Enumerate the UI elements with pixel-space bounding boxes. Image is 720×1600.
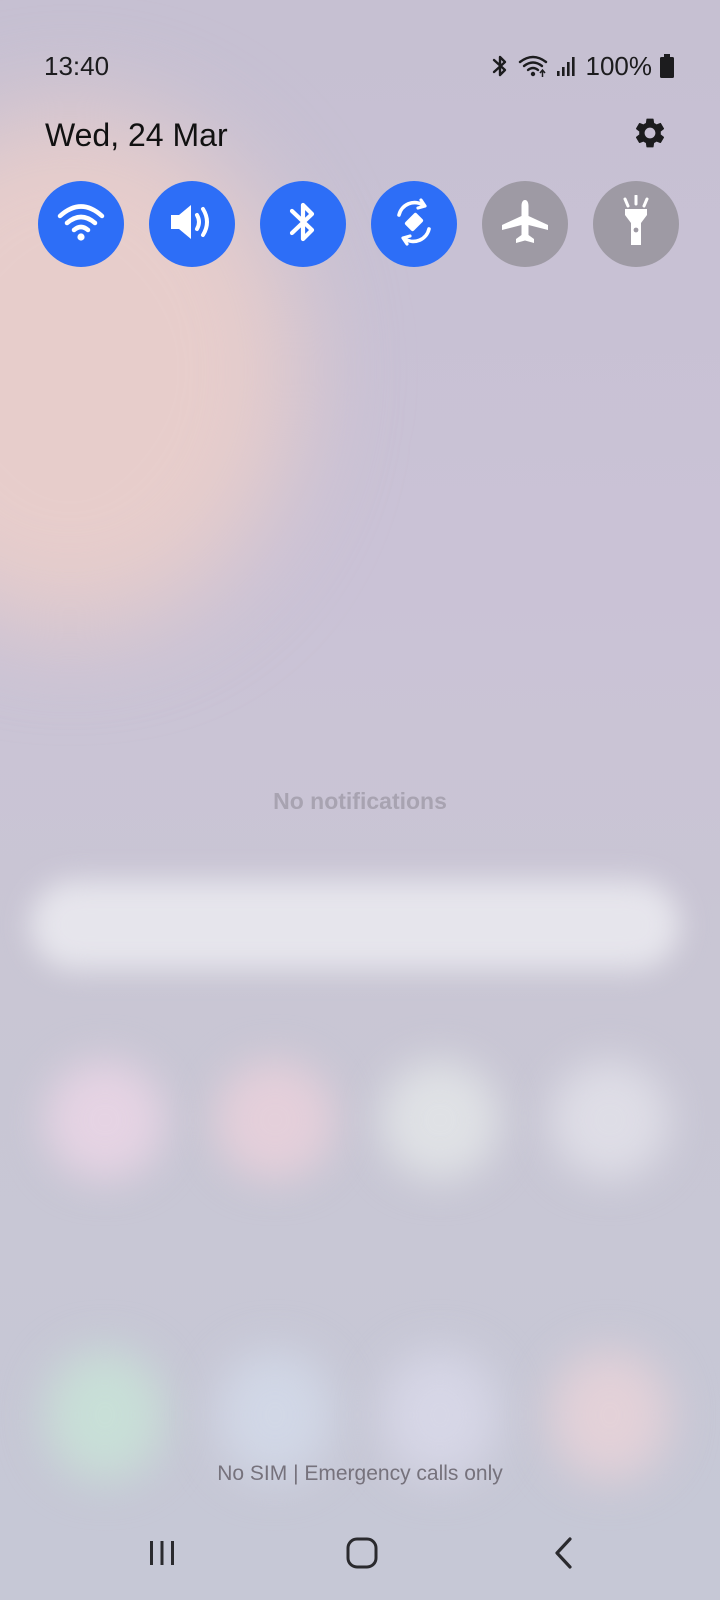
bluetooth-icon xyxy=(490,53,510,79)
background-blob xyxy=(45,1350,165,1480)
quick-settings-toggles xyxy=(38,181,680,267)
wifi-toggle[interactable] xyxy=(38,181,124,267)
background-blob xyxy=(550,1060,670,1180)
wifi-icon xyxy=(56,200,106,249)
auto-rotate-toggle[interactable] xyxy=(371,181,457,267)
date-label: Wed, 24 Mar xyxy=(45,116,228,153)
gear-icon xyxy=(632,115,668,156)
airplane-mode-toggle[interactable] xyxy=(482,181,568,267)
home-button[interactable] xyxy=(322,1520,402,1590)
back-icon xyxy=(549,1535,579,1576)
settings-button[interactable] xyxy=(628,113,672,157)
status-icons: 100% xyxy=(490,50,674,82)
flashlight-icon xyxy=(616,194,656,254)
no-notifications-label: No notifications xyxy=(273,788,447,814)
clock: 13:40 xyxy=(44,50,110,81)
signal-icon xyxy=(556,55,578,77)
back-button[interactable] xyxy=(524,1520,604,1590)
rotate-icon xyxy=(387,195,441,254)
carrier-status-label: No SIM | Emergency calls only xyxy=(217,1462,503,1485)
battery-percentage: 100% xyxy=(585,50,653,81)
status-bar: 13:40 100% xyxy=(44,44,674,88)
bluetooth-toggle[interactable] xyxy=(260,181,346,267)
background-blob xyxy=(215,1350,335,1480)
airplane-icon xyxy=(498,197,552,252)
torch-toggle[interactable] xyxy=(593,181,679,267)
background-blob xyxy=(30,880,680,970)
background-blob xyxy=(380,1350,500,1480)
background-blob xyxy=(45,1060,165,1180)
background-blob xyxy=(380,1060,500,1180)
speaker-icon xyxy=(167,200,217,249)
bluetooth-icon xyxy=(281,197,325,252)
battery-icon xyxy=(660,54,674,78)
date-row: Wed, 24 Mar xyxy=(45,110,672,160)
wifi-icon xyxy=(518,54,548,78)
recent-apps-icon xyxy=(147,1538,177,1573)
background-blob xyxy=(215,1060,335,1180)
home-icon xyxy=(344,1535,380,1576)
sound-toggle[interactable] xyxy=(149,181,235,267)
recent-apps-button[interactable] xyxy=(122,1520,202,1590)
navigation-bar xyxy=(0,1520,720,1590)
background-blob xyxy=(550,1350,670,1480)
